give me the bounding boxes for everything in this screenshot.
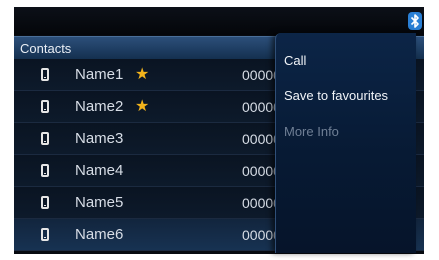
favourite-star-icon: ★ [135,66,150,83]
contact-name: Name2 [75,98,124,115]
mobile-phone-icon [41,68,49,81]
context-menu: Call Save to favourites More Info [275,33,416,253]
call-menu-item[interactable]: Call [284,53,306,68]
status-bar [14,7,424,35]
mobile-phone-icon [41,196,49,209]
more-info-menu-item: More Info [284,124,339,139]
contact-name: Name1 [75,66,124,83]
contact-name: Name4 [75,162,124,179]
mobile-phone-icon [41,100,49,113]
mobile-phone-icon [41,132,49,145]
contact-name: Name6 [75,226,124,243]
mobile-phone-icon [41,228,49,241]
contact-name: Name3 [75,130,124,147]
favourite-star-icon: ★ [135,98,150,115]
page-title: Contacts [20,41,72,56]
save-to-favourites-menu-item[interactable]: Save to favourites [284,88,388,103]
bluetooth-icon [408,12,422,30]
contact-name: Name5 [75,194,124,211]
mobile-phone-icon [41,164,49,177]
